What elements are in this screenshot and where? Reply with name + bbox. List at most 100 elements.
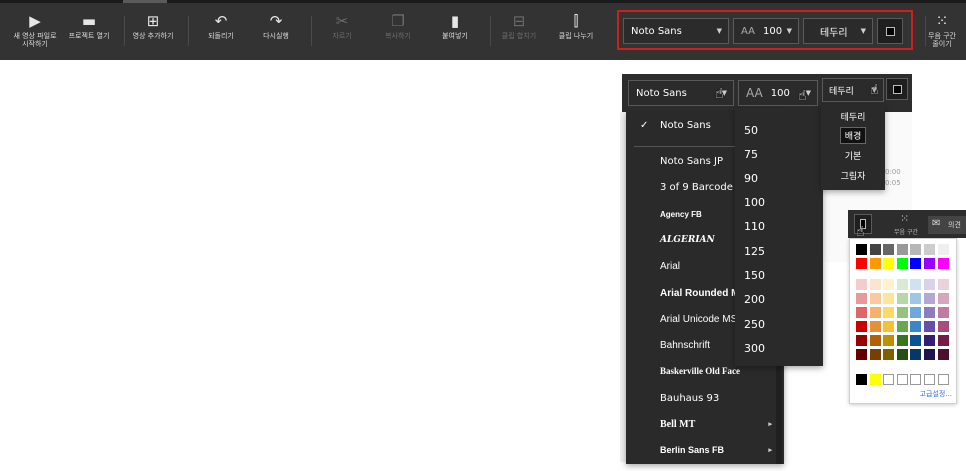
color-swatch[interactable] xyxy=(883,307,895,318)
color-swatch[interactable] xyxy=(883,258,895,269)
font-family-select[interactable]: Noto Sans ▼ xyxy=(623,18,729,44)
effect-option[interactable]: 기본 xyxy=(821,146,885,165)
color-swatch[interactable] xyxy=(937,258,949,269)
color-swatch[interactable] xyxy=(924,244,935,255)
recent-color-swatch[interactable] xyxy=(937,374,949,385)
color-swatch[interactable] xyxy=(896,258,908,269)
recent-color-swatch[interactable] xyxy=(910,374,922,385)
color-swatch[interactable] xyxy=(856,279,867,290)
color-swatch[interactable] xyxy=(937,307,949,318)
paste-button[interactable]: ▮ 붙여넣기 xyxy=(420,10,490,56)
font-option[interactable]: Bell MT ▸ xyxy=(626,411,784,437)
add-video-button[interactable]: ⊞ 영상 추가하기 xyxy=(118,10,188,56)
feedback-button[interactable]: ✉ 의견 xyxy=(928,216,966,234)
recent-color-swatch[interactable] xyxy=(869,374,881,385)
size-option[interactable]: 75 xyxy=(735,142,823,166)
split-clip-button[interactable]: ⫿ 클립 나누기 xyxy=(541,10,611,56)
size-option[interactable]: 200 xyxy=(735,287,823,311)
color-swatch[interactable] xyxy=(924,349,935,360)
color-swatch[interactable] xyxy=(883,349,895,360)
open-project-button[interactable]: ▬ 프로젝트 열기 xyxy=(54,10,124,56)
color-swatch[interactable] xyxy=(883,335,895,346)
advanced-settings-link[interactable]: 고급설정... xyxy=(920,389,952,399)
color-swatch[interactable] xyxy=(924,335,935,346)
color-swatch[interactable] xyxy=(869,279,881,290)
color-swatch[interactable] xyxy=(924,321,935,332)
color-swatch[interactable] xyxy=(896,279,908,290)
size-option[interactable]: 125 xyxy=(735,239,823,263)
effect-option[interactable]: 테두리 xyxy=(821,107,885,126)
color-swatch[interactable] xyxy=(937,244,949,255)
color-swatch[interactable] xyxy=(910,293,922,304)
size-option[interactable]: 110 xyxy=(735,214,823,238)
color-swatch[interactable] xyxy=(910,349,922,360)
color-swatch[interactable] xyxy=(856,293,867,304)
color-swatch[interactable] xyxy=(856,258,867,269)
size-option[interactable]: 300 xyxy=(735,336,823,360)
size-option[interactable]: 90 xyxy=(735,166,823,190)
redo-button[interactable]: ↷ 다시실행 xyxy=(241,10,311,56)
font-option[interactable]: Bauhaus 93 xyxy=(626,385,784,411)
color-swatch[interactable] xyxy=(869,307,881,318)
recent-color-swatch[interactable] xyxy=(883,374,895,385)
effect-option[interactable]: 배경 xyxy=(821,126,885,145)
effect-option[interactable]: 그림자 xyxy=(821,166,885,185)
color-swatch[interactable] xyxy=(883,293,895,304)
color-swatch[interactable] xyxy=(883,244,895,255)
color-swatch[interactable] xyxy=(924,307,935,318)
size-option[interactable]: 50 xyxy=(735,118,823,142)
clapper-icon: ▬ xyxy=(81,12,97,30)
color-swatch[interactable] xyxy=(856,244,867,255)
size-option[interactable]: 250 xyxy=(735,312,823,336)
color-swatch[interactable] xyxy=(910,307,922,318)
color-swatch[interactable] xyxy=(937,293,949,304)
color-swatch[interactable] xyxy=(910,279,922,290)
reduce-silence-button[interactable]: ⁙ 무음 구간 줄이기 xyxy=(922,10,962,56)
color-swatch[interactable] xyxy=(883,321,895,332)
font-size-icon: AA xyxy=(746,86,763,100)
color-swatch[interactable] xyxy=(869,293,881,304)
pointer-cursor-icon: ☝ xyxy=(870,82,879,98)
color-swatch[interactable] xyxy=(856,321,867,332)
color-swatch[interactable] xyxy=(896,349,908,360)
redo-icon: ↷ xyxy=(269,12,283,30)
color-swatch[interactable] xyxy=(896,321,908,332)
recent-color-swatch[interactable] xyxy=(896,374,908,385)
paste-label: 붙여넣기 xyxy=(442,32,468,40)
color-swatch[interactable] xyxy=(896,244,908,255)
color-swatch[interactable] xyxy=(856,349,867,360)
color-swatch[interactable] xyxy=(910,335,922,346)
font-size-select[interactable]: AA 100 ▼ xyxy=(733,18,799,44)
color-swatch[interactable] xyxy=(896,307,908,318)
size-option[interactable]: 100 xyxy=(735,190,823,214)
color-swatch[interactable] xyxy=(869,321,881,332)
text-effect-select[interactable]: 테두리 ▼ xyxy=(803,18,873,44)
text-color-button[interactable] xyxy=(886,78,908,100)
color-swatch[interactable] xyxy=(883,279,895,290)
color-swatch[interactable] xyxy=(910,244,922,255)
color-swatch[interactable] xyxy=(896,293,908,304)
color-swatch[interactable] xyxy=(869,335,881,346)
size-option[interactable]: 150 xyxy=(735,263,823,287)
color-swatch[interactable] xyxy=(937,321,949,332)
color-swatch[interactable] xyxy=(856,307,867,318)
color-swatch[interactable] xyxy=(924,279,935,290)
color-swatch[interactable] xyxy=(924,293,935,304)
color-swatch[interactable] xyxy=(896,335,908,346)
color-swatch[interactable] xyxy=(937,349,949,360)
color-swatch[interactable] xyxy=(856,335,867,346)
color-swatch[interactable] xyxy=(869,258,881,269)
font-option[interactable]: Berlin Sans FB ▸ xyxy=(626,437,784,463)
color-swatch[interactable] xyxy=(910,321,922,332)
recent-color-swatch[interactable] xyxy=(856,374,867,385)
color-swatch xyxy=(892,84,902,94)
color-swatch[interactable] xyxy=(924,258,935,269)
open-project-label: 프로젝트 열기 xyxy=(68,32,110,40)
recent-color-swatch[interactable] xyxy=(924,374,935,385)
color-swatch[interactable] xyxy=(869,349,881,360)
text-color-button[interactable] xyxy=(877,18,903,44)
color-swatch[interactable] xyxy=(869,244,881,255)
color-swatch[interactable] xyxy=(937,279,949,290)
color-swatch[interactable] xyxy=(937,335,949,346)
color-swatch[interactable] xyxy=(910,258,922,269)
